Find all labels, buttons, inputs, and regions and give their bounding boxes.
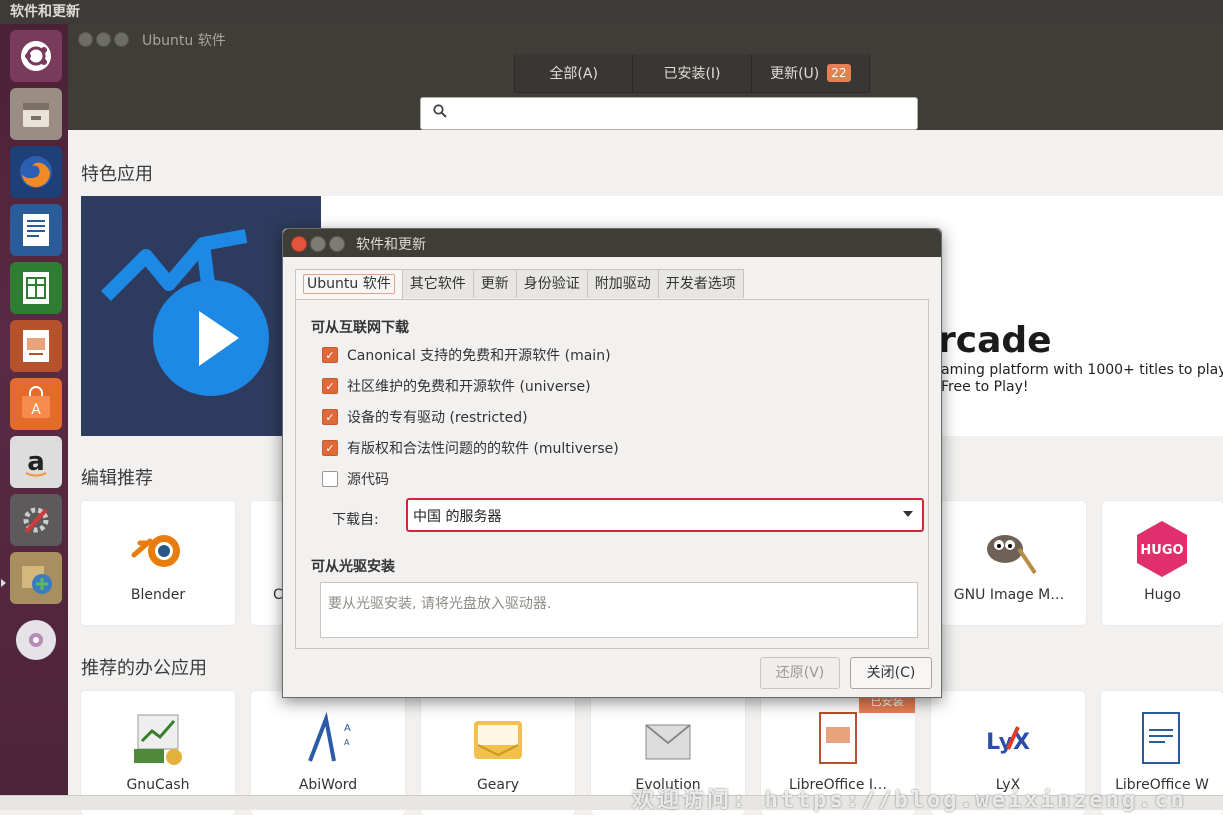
download-server-select[interactable]: 中国 的服务器 (406, 498, 924, 532)
search-input[interactable] (420, 97, 918, 130)
svg-text:HUGO: HUGO (1140, 543, 1183, 558)
launcher: A a (0, 24, 68, 810)
internet-group-title: 可从互联网下载 (311, 320, 409, 336)
tab-all[interactable]: 全部(A) (515, 54, 634, 92)
app-card-label: AbiWord (298, 777, 358, 793)
window-title: Ubuntu 软件 (142, 33, 226, 49)
minimize-icon[interactable] (96, 32, 111, 47)
svg-text:a: a (27, 447, 45, 477)
window-titlebar: Ubuntu 软件 (68, 24, 1223, 54)
blender-icon (128, 519, 188, 579)
cdrom-hint: 要从光驱安装, 请将光盘放入驱动器. (328, 596, 552, 612)
geary-icon (468, 709, 528, 769)
tab-developer-options[interactable]: 开发者选项 (657, 269, 744, 298)
download-from-label: 下载自: (332, 512, 379, 528)
maximize-icon[interactable] (114, 32, 129, 47)
app-card-label: Hugo (1144, 587, 1181, 603)
cdrom-group-title: 可从光驱安装 (311, 559, 395, 575)
option-restricted[interactable]: ✓ 设备的专有驱动 (restricted) (322, 407, 528, 427)
top-panel: 软件和更新 (0, 0, 1223, 24)
software-updater-icon[interactable] (10, 552, 62, 604)
banner-description: aming platform with 1000+ titles to play… (941, 362, 1223, 395)
checkbox-checked[interactable]: ✓ (322, 378, 338, 394)
updates-count-badge: 22 (827, 64, 851, 82)
featured-title: 特色应用 (81, 164, 153, 185)
evolution-icon (638, 709, 698, 769)
close-button[interactable]: 关闭(C) (850, 657, 932, 689)
app-card-label: Blender (130, 587, 186, 603)
panel-title: 软件和更新 (10, 4, 80, 20)
checkbox-checked[interactable]: ✓ (322, 409, 338, 425)
tab-additional-drivers[interactable]: 附加驱动 (586, 269, 659, 298)
checkbox-checked[interactable]: ✓ (322, 440, 338, 456)
office-apps-title: 推荐的办公应用 (81, 658, 207, 679)
close-icon[interactable] (78, 32, 93, 47)
minimize-icon[interactable] (310, 236, 326, 252)
hugo-icon: HUGO (1132, 519, 1192, 579)
option-main[interactable]: ✓ Canonical 支持的免费和开源软件 (main) (322, 345, 611, 365)
software-center-icon[interactable]: A (10, 378, 62, 430)
firefox-icon[interactable] (10, 146, 62, 198)
gnucash-icon (128, 709, 188, 769)
chevron-down-icon (903, 511, 913, 517)
tab-authentication[interactable]: 身份验证 (515, 269, 588, 298)
svg-text:A: A (31, 402, 41, 418)
cdrom-box: 要从光驱安装, 请将光盘放入驱动器. (320, 582, 918, 638)
tab-ubuntu-software[interactable]: Ubuntu 软件 (295, 269, 403, 299)
libreoffice-writer-icon (1131, 709, 1191, 769)
lyx-icon: LyX (978, 709, 1038, 769)
checkbox-checked[interactable]: ✓ (322, 347, 338, 363)
tab-installed[interactable]: 已安装(I) (633, 54, 752, 92)
app-card-hugo[interactable]: HUGO Hugo (1102, 501, 1223, 625)
writer-icon[interactable] (10, 204, 62, 256)
app-card-label: GNU Image M… (953, 587, 1065, 603)
dialog-title: 软件和更新 (356, 237, 426, 253)
ubuntu-dash-icon[interactable] (10, 30, 62, 82)
header-bar: 全部(A) 已安装(I) 更新(U) 22 (68, 54, 1223, 130)
svg-text:A: A (344, 723, 351, 734)
editors-picks-title: 编辑推荐 (81, 468, 153, 489)
tab-updates[interactable]: 更新 (472, 269, 517, 298)
svg-text:A: A (344, 738, 350, 747)
revert-button[interactable]: 还原(V) (760, 657, 840, 689)
maximize-icon[interactable] (329, 236, 345, 252)
app-card-gimp[interactable]: GNU Image M… (932, 501, 1086, 625)
tab-updates[interactable]: 更新(U) 22 (752, 54, 869, 92)
app-card-label: Geary (476, 777, 520, 793)
selected-server: 中国 的服务器 (413, 509, 502, 525)
app-card-label: GnuCash (126, 777, 190, 793)
running-indicator (1, 579, 6, 587)
checkbox-unchecked[interactable] (322, 471, 338, 487)
option-universe[interactable]: ✓ 社区维护的免费和开源软件 (universe) (322, 376, 591, 396)
system-settings-icon[interactable] (10, 494, 62, 546)
impress-icon[interactable] (10, 320, 62, 372)
app-card-blender[interactable]: Blender (81, 501, 235, 625)
option-source-code[interactable]: 源代码 (322, 469, 389, 489)
files-icon[interactable] (10, 88, 62, 140)
view-switcher: 全部(A) 已安装(I) 更新(U) 22 (514, 54, 870, 93)
dialog-titlebar: 软件和更新 (283, 229, 941, 257)
libreoffice-impress-icon (808, 709, 868, 769)
amazon-icon[interactable]: a (10, 436, 62, 488)
banner-heading: rcade (938, 320, 1052, 361)
abiword-icon: AA (298, 709, 358, 769)
dialog-tabs: Ubuntu 软件 其它软件 更新 身份验证 附加驱动 开发者选项 (295, 269, 744, 299)
tab-other-software[interactable]: 其它软件 (401, 269, 474, 298)
calc-icon[interactable] (10, 262, 62, 314)
software-updates-dialog: 软件和更新 Ubuntu 软件 其它软件 更新 身份验证 附加驱动 开发者选项 … (282, 228, 942, 698)
close-icon[interactable] (291, 236, 307, 252)
ubuntu-software-panel: 可从互联网下载 ✓ Canonical 支持的免费和开源软件 (main) ✓ … (295, 299, 929, 649)
gimp-icon (979, 519, 1039, 579)
option-multiverse[interactable]: ✓ 有版权和合法性问题的的软件 (multiverse) (322, 438, 619, 458)
dvd-icon[interactable] (10, 614, 62, 666)
svg-text:LyX: LyX (986, 730, 1030, 755)
watermark: 欢迎访问: https://blog.weixinzeng.cn (632, 788, 1187, 813)
search-icon (433, 104, 447, 122)
